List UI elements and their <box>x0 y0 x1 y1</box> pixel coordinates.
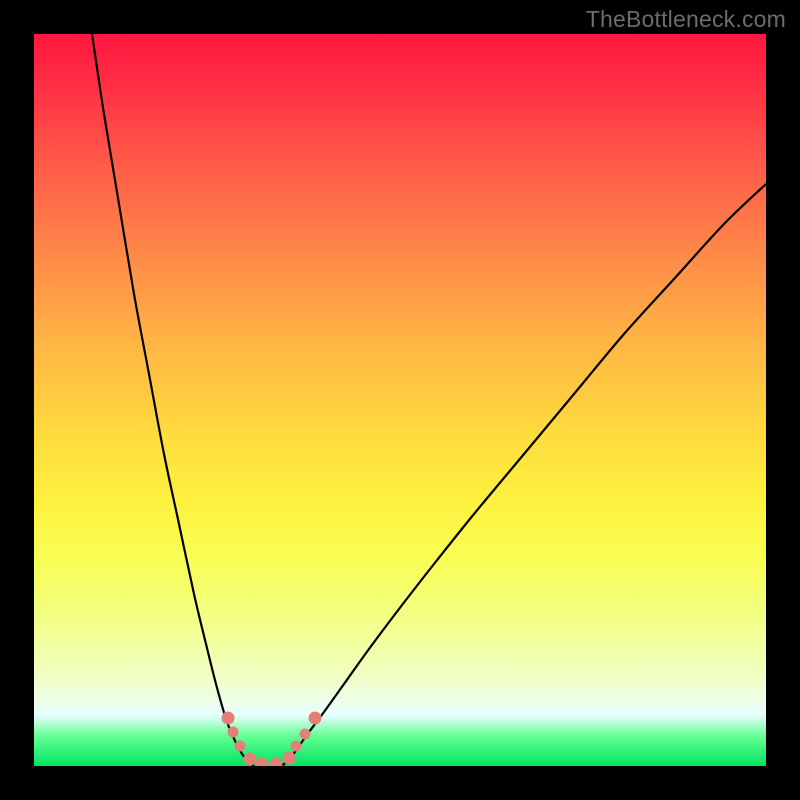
data-marker <box>309 712 322 725</box>
data-marker <box>244 753 257 766</box>
data-marker <box>222 712 235 725</box>
data-marker <box>256 758 269 767</box>
data-marker <box>283 752 296 765</box>
data-marker <box>291 741 302 752</box>
data-marker <box>270 758 283 767</box>
data-marker <box>228 727 239 738</box>
curve-right-branch <box>282 184 766 766</box>
curve-markers <box>222 712 322 767</box>
data-marker <box>300 729 311 740</box>
chart-frame: TheBottleneck.com <box>0 0 800 800</box>
watermark-text: TheBottleneck.com <box>586 6 786 33</box>
curve-left-branch <box>92 34 254 766</box>
data-marker <box>235 741 246 752</box>
plot-area <box>34 34 766 766</box>
curve-svg <box>34 34 766 766</box>
